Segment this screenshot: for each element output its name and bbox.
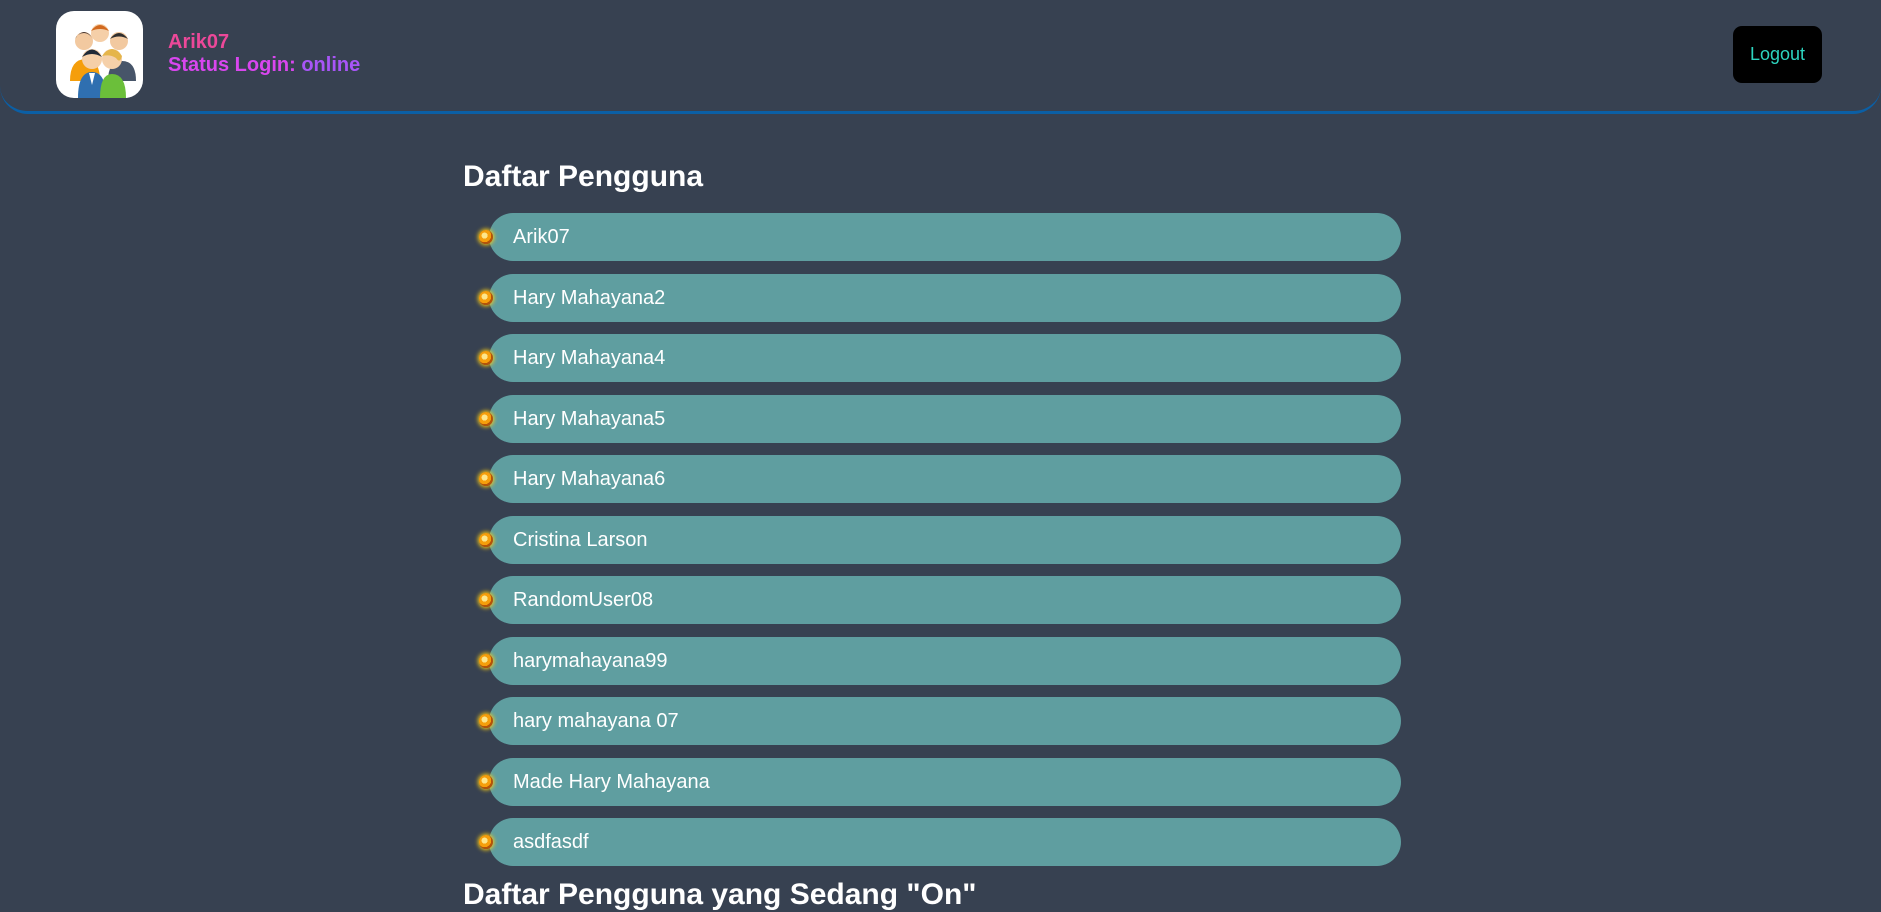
user-name: hary mahayana 07 [513,710,679,732]
cookie-bullet-icon [479,532,493,547]
cookie-bullet-icon [479,593,493,607]
user-name: Hary Mahayana5 [513,407,666,430]
status-label: Status Login: [168,54,302,76]
list-item[interactable]: Hary Mahayana2 [479,273,1401,322]
user-name: Hary Mahayana4 [513,347,666,369]
list-item[interactable]: harymahayana99 [479,636,1401,685]
user-name: Cristina Larson [513,528,648,551]
cookie-bullet-icon [479,653,493,668]
user-pill[interactable]: Hary Mahayana4 [489,334,1401,382]
cookie-bullet-icon [479,472,493,486]
list-item[interactable]: Hary Mahayana6 [479,455,1401,503]
user-pill[interactable]: Hary Mahayana6 [489,455,1401,503]
group-users-icon [56,11,143,98]
user-name: Hary Mahayana6 [513,468,666,490]
cookie-bullet-icon [479,351,493,365]
list-item[interactable]: Arik07 [479,213,1401,261]
user-pill[interactable]: Hary Mahayana5 [489,394,1401,443]
user-name: RandomUser08 [513,589,654,611]
user-name: Made Hary Mahayana [513,770,710,793]
user-pill[interactable]: hary mahayana 07 [489,697,1401,745]
cookie-bullet-icon [479,230,493,244]
user-pill[interactable]: Cristina Larson [489,515,1401,564]
user-name: Arik07 [513,226,570,248]
cookie-bullet-icon [479,774,493,789]
list-item[interactable]: Hary Mahayana4 [479,334,1401,382]
user-info: Arik07 Status Login: online [168,31,360,77]
username-label: Arik07 [168,31,230,53]
user-pill[interactable]: harymahayana99 [489,636,1401,685]
user-pill[interactable]: RandomUser08 [489,576,1401,624]
top-header: Arik07 Status Login: online Logout [0,0,1881,114]
users-list-title: Daftar Pengguna [463,160,704,193]
user-pill[interactable]: asdfasdf [489,818,1401,866]
user-name: Hary Mahayana2 [513,286,666,309]
login-status: Status Login: online [168,54,360,77]
list-item[interactable]: Cristina Larson [479,515,1401,564]
list-item[interactable]: asdfasdf [479,818,1401,866]
user-name: harymahayana99 [513,649,668,672]
logout-button[interactable]: Logout [1733,26,1822,83]
list-item[interactable]: Hary Mahayana5 [479,394,1401,443]
cookie-bullet-icon [479,835,493,849]
user-pill[interactable]: Arik07 [489,213,1401,261]
user-pill[interactable]: Made Hary Mahayana [489,757,1401,806]
user-name: asdfasdf [513,831,589,853]
online-users-title: Daftar Pengguna yang Sedang "On" [463,878,977,911]
cookie-bullet-icon [479,411,493,426]
list-item[interactable]: RandomUser08 [479,576,1401,624]
status-value: online [301,54,361,76]
user-pill[interactable]: Hary Mahayana2 [489,273,1401,322]
list-item[interactable]: Made Hary Mahayana [479,757,1401,806]
cookie-bullet-icon [479,714,493,728]
cookie-bullet-icon [479,290,493,305]
users-list: Arik07 Hary Mahayana2 Hary Mahayana4 Hary M… [479,213,1401,879]
list-item[interactable]: hary mahayana 07 [479,697,1401,745]
